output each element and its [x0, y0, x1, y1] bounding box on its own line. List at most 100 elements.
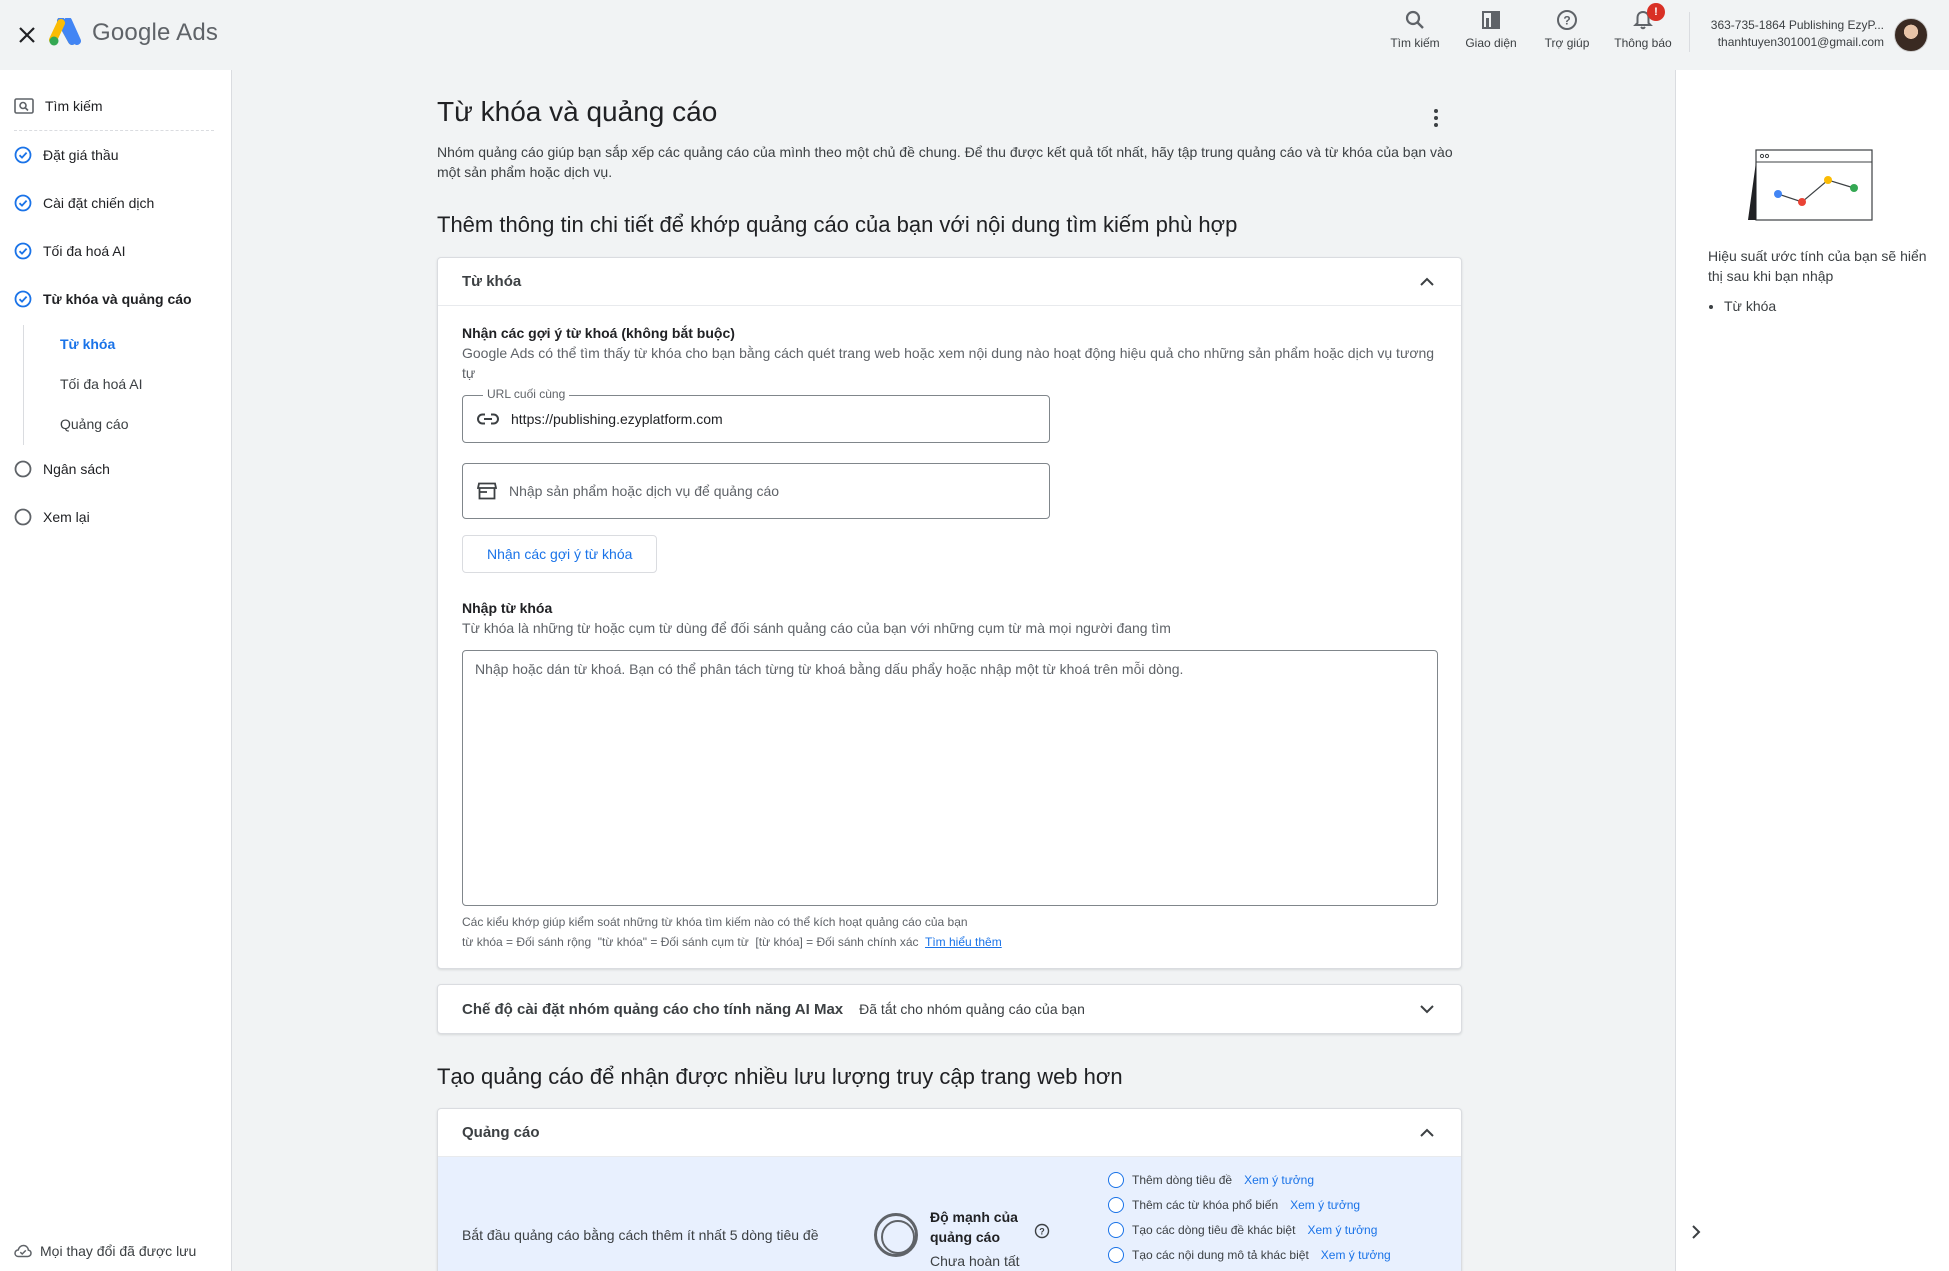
- idea-text: Tạo các nội dung mô tả khác biệt: [1132, 1247, 1309, 1262]
- check-circle-icon: [14, 146, 32, 164]
- help-icon: ?: [1557, 10, 1577, 30]
- final-url-value: https://publishing.ezyplatform.com: [511, 411, 723, 427]
- page-description: Nhóm quảng cáo giúp bạn sắp xếp các quản…: [437, 144, 1453, 180]
- saved-status: Mọi thay đổi đã được lưu: [14, 1243, 196, 1259]
- chevron-up-icon[interactable]: [1417, 1123, 1437, 1143]
- search-icon: [1405, 10, 1424, 29]
- check-circle-icon: [14, 194, 32, 212]
- appearance-icon: [1482, 11, 1500, 29]
- google-ads-logo-icon: [49, 18, 81, 46]
- sidebar-step-bidding[interactable]: Đặt giá thầu: [14, 146, 119, 164]
- sidebar: Tìm kiếm Đặt giá thầu Cài đặt chiến dịch…: [0, 70, 232, 1271]
- ads-card-header[interactable]: Quảng cáo: [438, 1109, 1461, 1157]
- view-ideas-link[interactable]: Xem ý tưởng: [1321, 1248, 1391, 1262]
- ads-card-body: Bắt đầu quảng cáo bằng cách thêm ít nhất…: [438, 1157, 1461, 1271]
- sidebar-step-label: Từ khóa và quảng cáo: [43, 291, 192, 307]
- sidebar-step-keywords-ads[interactable]: Từ khóa và quảng cáo: [14, 290, 192, 308]
- final-url-legend: URL cuối cùng: [483, 387, 570, 401]
- view-ideas-link[interactable]: Xem ý tưởng: [1244, 1173, 1314, 1187]
- sidebar-step-budget[interactable]: Ngân sách: [14, 460, 110, 478]
- idea-text: Thêm các từ khóa phổ biến: [1132, 1197, 1279, 1212]
- ad-idea-item: Thêm các từ khóa phổ biến Xem ý tưởng: [1108, 1192, 1391, 1217]
- chevron-right-icon[interactable]: [1686, 1222, 1706, 1242]
- top-help-label: Trợ giúp: [1544, 36, 1590, 50]
- performance-panel-item: Từ khóa: [1724, 298, 1776, 314]
- final-url-field[interactable]: URL cuối cùng https://publishing.ezyplat…: [462, 387, 1050, 443]
- top-search-label: Tìm kiếm: [1390, 36, 1440, 50]
- account-info[interactable]: 363-735-1864 Publishing EzyP... thanhtuy…: [1702, 18, 1884, 49]
- sidebar-step-label: Đặt giá thầu: [43, 147, 119, 163]
- keywords-card-header[interactable]: Từ khóa: [438, 258, 1461, 306]
- ad-ideas-list: Thêm dòng tiêu đề Xem ý tưởng Thêm các t…: [1108, 1167, 1391, 1267]
- enter-keywords-heading: Nhập từ khóa: [462, 600, 553, 616]
- match-types-text: từ khóa = Đối sánh rộng "từ khóa" = Đối …: [462, 935, 919, 949]
- sidebar-step-ai-max[interactable]: Tối đa hoá AI: [14, 242, 126, 260]
- sidebar-step-review[interactable]: Xem lại: [14, 508, 90, 526]
- section-title-keywords: Thêm thông tin chi tiết để khớp quảng cá…: [437, 212, 1238, 237]
- chevron-up-icon[interactable]: [1417, 272, 1437, 292]
- product-service-input[interactable]: Nhập sản phẩm hoặc dịch vụ để quảng cáo: [462, 463, 1050, 519]
- ai-max-card[interactable]: Chế độ cài đặt nhóm quảng cáo cho tính n…: [437, 984, 1462, 1034]
- ad-strength-status: Chưa hoàn tất: [930, 1253, 1020, 1269]
- sidebar-divider: [14, 130, 214, 131]
- sidebar-search-label: Tìm kiếm: [45, 98, 103, 114]
- account-email: thanhtuyen301001@gmail.com: [1717, 35, 1884, 49]
- top-appearance-button[interactable]: Giao diện: [1453, 6, 1529, 62]
- keywords-textarea[interactable]: Nhập hoặc dán từ khoá. Bạn có thể phân t…: [462, 650, 1438, 906]
- chevron-down-icon[interactable]: [1417, 999, 1437, 1019]
- top-notifications-label: Thông báo: [1614, 36, 1672, 50]
- saved-status-label: Mọi thay đổi đã được lưu: [40, 1243, 197, 1259]
- main-content: Từ khóa và quảng cáo Nhóm quảng cáo giúp…: [233, 70, 1673, 1271]
- ad-strength-title: Độ mạnh của quảng cáo: [930, 1209, 1018, 1245]
- top-bar: Google Ads Tìm kiếm Giao diện ? Trợ giúp…: [0, 0, 1949, 70]
- ad-strength-ring: [874, 1213, 918, 1257]
- sidebar-search[interactable]: Tìm kiếm: [14, 98, 103, 114]
- learn-more-link[interactable]: Tìm hiểu thêm: [925, 935, 1002, 949]
- close-icon[interactable]: [12, 20, 42, 50]
- avatar[interactable]: [1894, 18, 1928, 52]
- ads-card-title: Quảng cáo: [462, 1124, 540, 1141]
- idea-radio[interactable]: [1108, 1246, 1124, 1263]
- view-ideas-link[interactable]: Xem ý tưởng: [1307, 1223, 1377, 1237]
- idea-radio[interactable]: [1108, 1171, 1124, 1188]
- svg-text:?: ?: [1039, 1227, 1045, 1237]
- account-id: 363-735-1864 Publishing EzyP...: [1710, 18, 1884, 32]
- keywords-card: Từ khóa Nhận các gợi ý từ khoá (không bắ…: [437, 257, 1462, 969]
- performance-panel: Hiệu suất ước tính của bạn sẽ hiển thị s…: [1675, 70, 1949, 1271]
- top-notifications-button[interactable]: ! Thông báo: [1605, 3, 1681, 62]
- search-box-icon: [14, 98, 34, 114]
- more-options-icon[interactable]: [1426, 106, 1446, 130]
- sidebar-step-label: Tối đa hoá AI: [43, 243, 126, 259]
- view-ideas-link[interactable]: Xem ý tưởng: [1290, 1198, 1360, 1212]
- sidebar-step-campaign-settings[interactable]: Cài đặt chiến dịch: [14, 194, 154, 212]
- sidebar-substep-keywords[interactable]: Từ khóa: [60, 336, 115, 352]
- ads-start-text: Bắt đầu quảng cáo bằng cách thêm ít nhất…: [462, 1227, 819, 1243]
- match-types-hint: Các kiểu khớp giúp kiểm soát những từ kh…: [462, 915, 968, 929]
- sidebar-substep-ads[interactable]: Quảng cáo: [60, 416, 129, 432]
- google-ads-logo: Google Ads: [48, 18, 218, 48]
- link-icon: [477, 413, 499, 425]
- sidebar-substep-ai-max[interactable]: Tối đa hoá AI: [60, 376, 143, 392]
- idea-radio[interactable]: [1108, 1196, 1124, 1213]
- storefront-icon: [477, 482, 497, 500]
- performance-panel-list: Từ khóa: [1724, 298, 1776, 314]
- top-help-button[interactable]: ? Trợ giúp: [1529, 6, 1605, 62]
- ad-idea-item: Tạo các dòng tiêu đề khác biệt Xem ý tưở…: [1108, 1217, 1391, 1242]
- idea-radio[interactable]: [1108, 1221, 1124, 1238]
- section-title-ads: Tạo quảng cáo để nhận được nhiều lưu lượ…: [437, 1064, 1123, 1089]
- top-search-button[interactable]: Tìm kiếm: [1377, 6, 1453, 62]
- keywords-card-title: Từ khóa: [462, 273, 522, 290]
- enter-keywords-description: Từ khóa là những từ hoặc cụm từ dùng để …: [462, 620, 1171, 636]
- help-icon[interactable]: ?: [1034, 1223, 1050, 1239]
- suggest-description: Google Ads có thể tìm thấy từ khóa cho b…: [462, 345, 1435, 381]
- ai-max-card-header[interactable]: Chế độ cài đặt nhóm quảng cáo cho tính n…: [438, 985, 1461, 1033]
- get-keyword-suggestions-button[interactable]: Nhận các gợi ý từ khóa: [462, 535, 658, 573]
- sidebar-step-label: Xem lại: [43, 509, 90, 525]
- brand-name: Google Ads: [92, 19, 219, 46]
- empty-circle-icon: [14, 508, 32, 526]
- ai-max-title: Chế độ cài đặt nhóm quảng cáo cho tính n…: [462, 1000, 844, 1018]
- suggest-heading: Nhận các gợi ý từ khoá (không bắt buộc): [462, 325, 735, 341]
- top-divider: [1689, 12, 1690, 52]
- ad-idea-item: Tạo các nội dung mô tả khác biệt Xem ý t…: [1108, 1242, 1391, 1267]
- product-service-placeholder: Nhập sản phẩm hoặc dịch vụ để quảng cáo: [509, 483, 780, 499]
